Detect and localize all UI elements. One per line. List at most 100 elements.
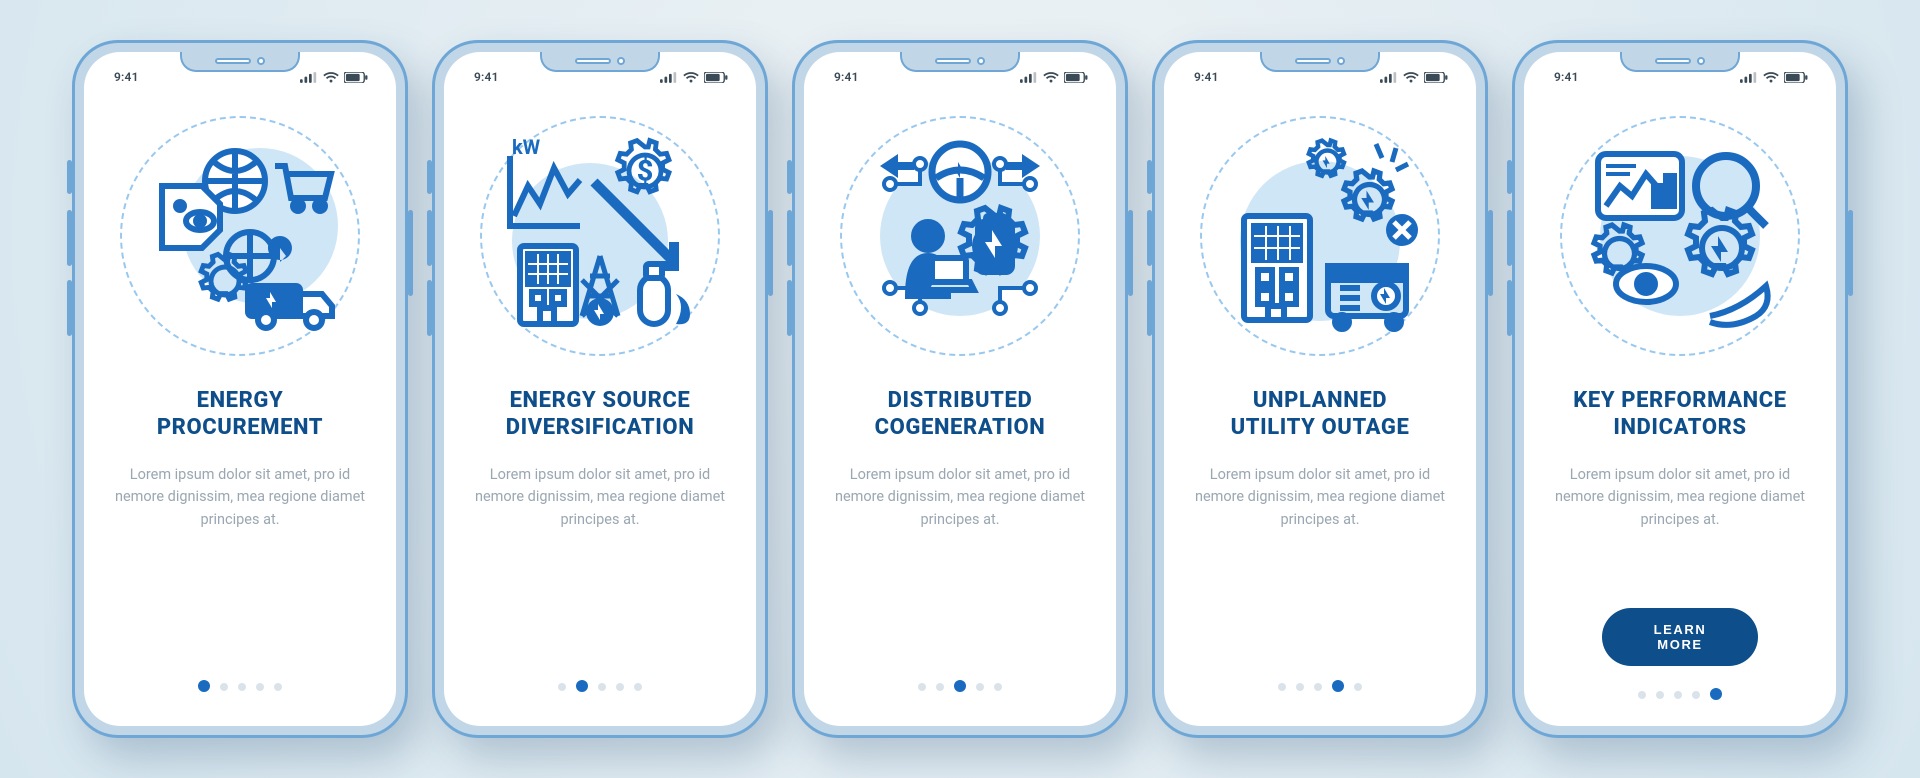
energy-procurement-icon bbox=[130, 126, 350, 346]
phone-notch bbox=[1620, 52, 1740, 72]
page-dot-4[interactable] bbox=[616, 683, 624, 691]
page-dot-2[interactable] bbox=[1656, 691, 1664, 699]
phone-power-button bbox=[1128, 210, 1133, 296]
phone-side-button bbox=[67, 160, 72, 194]
page-dot-4[interactable] bbox=[256, 683, 264, 691]
battery-icon bbox=[704, 72, 728, 83]
illustration-circle bbox=[1200, 116, 1440, 356]
phone-side-button bbox=[787, 160, 792, 194]
phone-notch bbox=[900, 52, 1020, 72]
utility-outage-icon bbox=[1210, 126, 1430, 346]
page-dot-3[interactable] bbox=[1314, 683, 1322, 691]
phone-volume-up bbox=[427, 210, 432, 266]
signal-icon bbox=[660, 72, 678, 83]
distributed-cogeneration-icon bbox=[850, 126, 1070, 346]
phone-mockup-1: 9:41 ENERGY PROCUREMENT Lorem ipsum dolo… bbox=[72, 40, 408, 738]
phone-notch bbox=[540, 52, 660, 72]
page-dot-3[interactable] bbox=[598, 683, 606, 691]
page-dot-5[interactable] bbox=[1354, 683, 1362, 691]
phone-screen: 9:41 KEY PERFORMANCE INDICATORS Lorem ip… bbox=[1524, 52, 1836, 726]
phone-screen: 9:41 ENERGY PROCUREMENT Lorem ipsum dolo… bbox=[84, 52, 396, 726]
page-dot-2[interactable] bbox=[936, 683, 944, 691]
screen-body: Lorem ipsum dolor sit amet, pro id nemor… bbox=[1542, 464, 1818, 534]
page-dot-5[interactable] bbox=[1710, 688, 1722, 700]
status-time: 9:41 bbox=[1194, 70, 1219, 84]
phone-volume-down bbox=[787, 280, 792, 336]
screen-body: Lorem ipsum dolor sit amet, pro id nemor… bbox=[822, 464, 1098, 534]
page-dot-1[interactable] bbox=[558, 683, 566, 691]
onboarding-stage: 9:41 ENERGY PROCUREMENT Lorem ipsum dolo… bbox=[0, 0, 1920, 778]
illustration-circle bbox=[480, 116, 720, 356]
phone-notch bbox=[180, 52, 300, 72]
page-dot-5[interactable] bbox=[994, 683, 1002, 691]
page-dot-1[interactable] bbox=[1278, 683, 1286, 691]
phone-notch bbox=[1260, 52, 1380, 72]
status-time: 9:41 bbox=[1554, 70, 1579, 84]
wifi-icon bbox=[1043, 72, 1059, 83]
page-dot-1[interactable] bbox=[918, 683, 926, 691]
status-time: 9:41 bbox=[834, 70, 859, 84]
battery-icon bbox=[344, 72, 368, 83]
page-dot-4[interactable] bbox=[976, 683, 984, 691]
page-dot-4[interactable] bbox=[1332, 680, 1344, 692]
signal-icon bbox=[1020, 72, 1038, 83]
page-dot-2[interactable] bbox=[220, 683, 228, 691]
phone-volume-down bbox=[67, 280, 72, 336]
phone-volume-up bbox=[787, 210, 792, 266]
phone-mockup-4: 9:41 UNPLANNED UTILITY OUTAGE Lorem ipsu… bbox=[1152, 40, 1488, 738]
pagination-dots[interactable] bbox=[558, 682, 642, 692]
phone-mockup-2: 9:41 ENERGY SOURCE DIVERSIFICATION Lorem… bbox=[432, 40, 768, 738]
phone-screen: 9:41 DISTRIBUTED COGENERATION Lorem ipsu… bbox=[804, 52, 1116, 726]
pagination-dots[interactable] bbox=[1278, 682, 1362, 692]
page-dot-2[interactable] bbox=[1296, 683, 1304, 691]
screen-title: KEY PERFORMANCE INDICATORS bbox=[1567, 386, 1792, 442]
screen-body: Lorem ipsum dolor sit amet, pro id nemor… bbox=[1182, 464, 1458, 534]
page-dot-1[interactable] bbox=[198, 680, 210, 692]
pagination-dots[interactable] bbox=[1638, 690, 1722, 700]
phone-side-button bbox=[1507, 160, 1512, 194]
phone-volume-down bbox=[427, 280, 432, 336]
phone-volume-up bbox=[1147, 210, 1152, 266]
phone-mockup-3: 9:41 DISTRIBUTED COGENERATION Lorem ipsu… bbox=[792, 40, 1128, 738]
page-dot-1[interactable] bbox=[1638, 691, 1646, 699]
phone-screen: 9:41 ENERGY SOURCE DIVERSIFICATION Lorem… bbox=[444, 52, 756, 726]
pagination-dots[interactable] bbox=[198, 682, 282, 692]
signal-icon bbox=[1380, 72, 1398, 83]
page-dot-5[interactable] bbox=[634, 683, 642, 691]
battery-icon bbox=[1424, 72, 1448, 83]
phone-power-button bbox=[768, 210, 773, 296]
status-time: 9:41 bbox=[114, 70, 139, 84]
pagination-dots[interactable] bbox=[918, 682, 1002, 692]
screen-title: UNPLANNED UTILITY OUTAGE bbox=[1225, 386, 1416, 442]
page-dot-5[interactable] bbox=[274, 683, 282, 691]
page-dot-3[interactable] bbox=[954, 680, 966, 692]
screen-body: Lorem ipsum dolor sit amet, pro id nemor… bbox=[462, 464, 738, 534]
phone-volume-up bbox=[1507, 210, 1512, 266]
phone-volume-down bbox=[1507, 280, 1512, 336]
illustration-circle bbox=[1560, 116, 1800, 356]
screen-title: ENERGY PROCUREMENT bbox=[151, 386, 329, 442]
page-dot-4[interactable] bbox=[1692, 691, 1700, 699]
phone-volume-down bbox=[1147, 280, 1152, 336]
wifi-icon bbox=[1403, 72, 1419, 83]
screen-body: Lorem ipsum dolor sit amet, pro id nemor… bbox=[102, 464, 378, 534]
battery-icon bbox=[1784, 72, 1808, 83]
signal-icon bbox=[300, 72, 318, 83]
wifi-icon bbox=[1763, 72, 1779, 83]
screen-title: ENERGY SOURCE DIVERSIFICATION bbox=[500, 386, 701, 442]
phone-mockup-5: 9:41 KEY PERFORMANCE INDICATORS Lorem ip… bbox=[1512, 40, 1848, 738]
energy-diversification-icon bbox=[490, 126, 710, 346]
illustration-circle bbox=[840, 116, 1080, 356]
phone-side-button bbox=[427, 160, 432, 194]
illustration-circle bbox=[120, 116, 360, 356]
battery-icon bbox=[1064, 72, 1088, 83]
screen-title: DISTRIBUTED COGENERATION bbox=[869, 386, 1052, 442]
signal-icon bbox=[1740, 72, 1758, 83]
page-dot-3[interactable] bbox=[238, 683, 246, 691]
page-dot-3[interactable] bbox=[1674, 691, 1682, 699]
wifi-icon bbox=[683, 72, 699, 83]
learn-more-button[interactable]: LEARN MORE bbox=[1602, 608, 1758, 666]
page-dot-2[interactable] bbox=[576, 680, 588, 692]
phone-power-button bbox=[1488, 210, 1493, 296]
phone-power-button bbox=[1848, 210, 1853, 296]
